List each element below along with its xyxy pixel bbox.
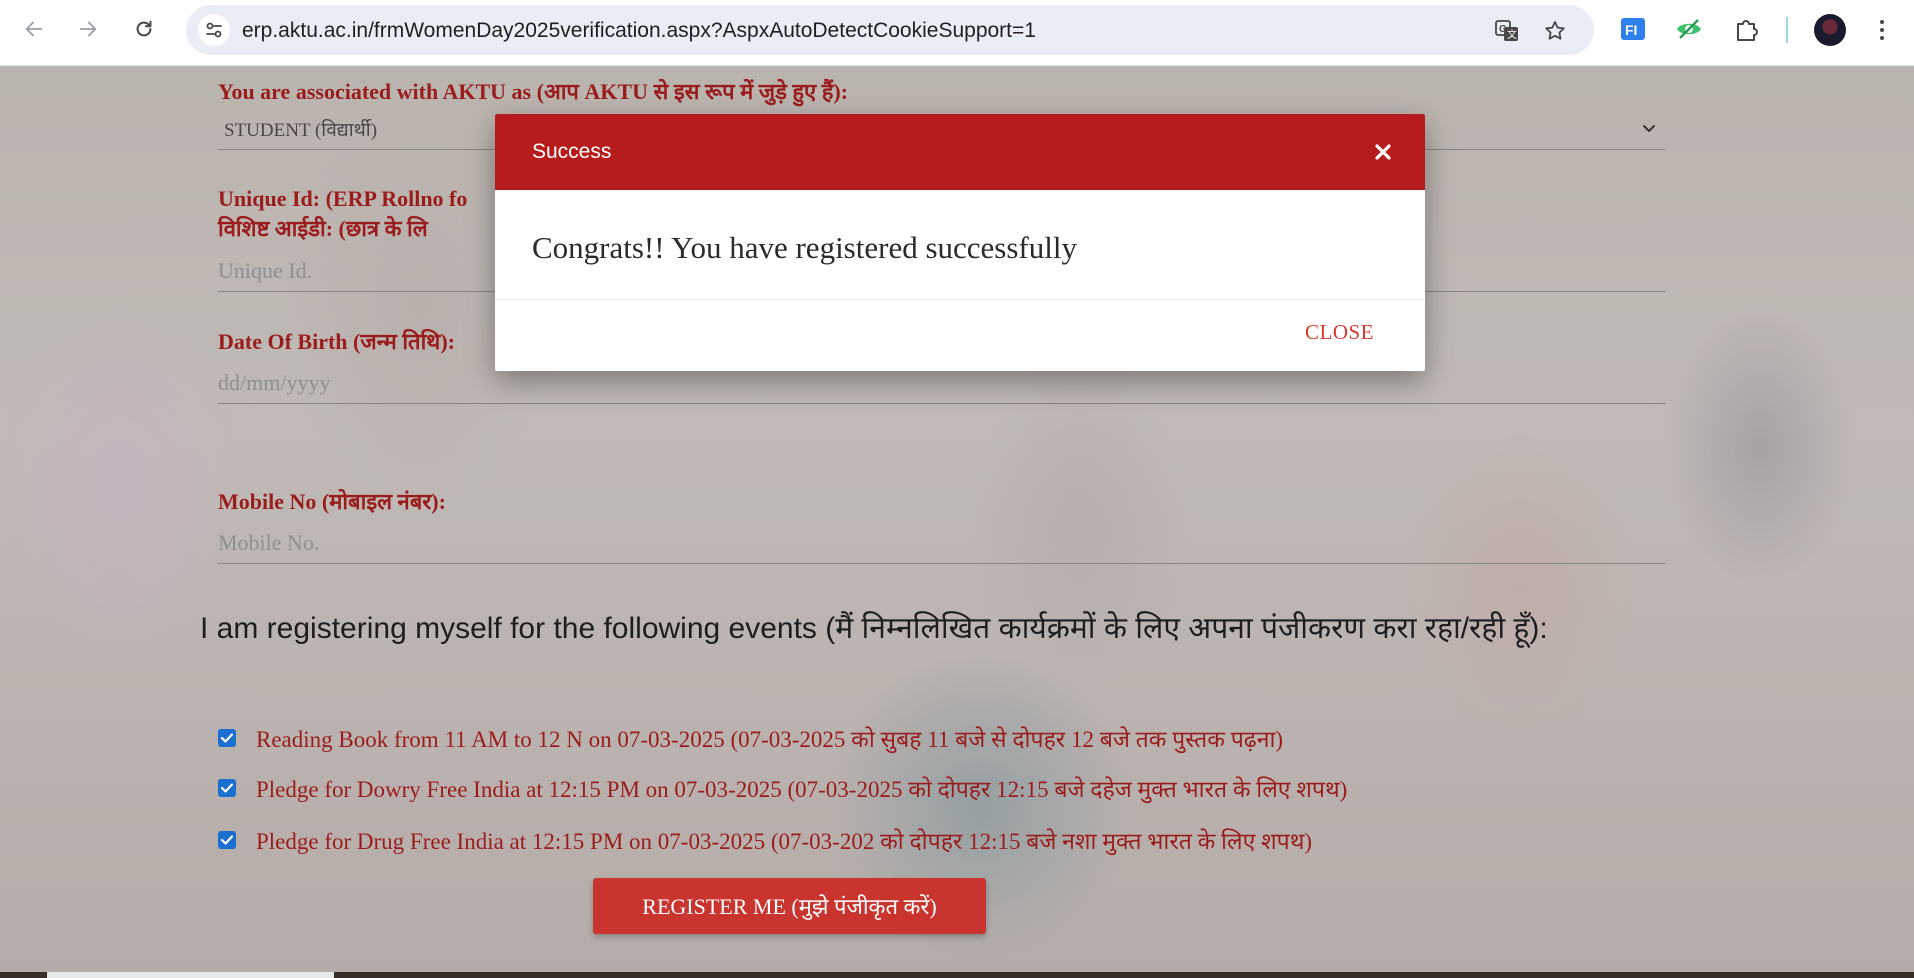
close-icon (1375, 144, 1391, 160)
unique-id-label: Unique Id: (ERP Rollno fo (218, 186, 468, 211)
reload-button[interactable] (124, 9, 164, 49)
checkmark-icon (220, 783, 234, 793)
forward-button[interactable] (68, 9, 108, 49)
extension-eye-button[interactable] (1674, 14, 1704, 44)
site-info-button[interactable] (198, 14, 230, 46)
extensions-puzzle-icon (1737, 20, 1758, 41)
mobile-input[interactable]: Mobile No. (218, 528, 1666, 564)
event-checkbox[interactable] (218, 729, 236, 747)
extensions-button[interactable] (1732, 14, 1762, 44)
reload-icon (136, 20, 152, 37)
checkmark-icon (220, 835, 234, 845)
browser-toolbar: erp.aktu.ac.in/frmWomenDay2025verificati… (0, 0, 1914, 66)
profile-avatar[interactable] (1814, 14, 1846, 46)
dob-input[interactable]: dd/mm/yyyy (218, 368, 1666, 404)
extension-fi-icon: FI (1621, 18, 1645, 40)
forward-arrow-icon (79, 21, 97, 37)
modal-message: Congrats!! You have registered successfu… (532, 230, 1077, 265)
checkmark-icon (220, 733, 234, 743)
bottom-strip-highlight (47, 972, 334, 978)
modal-close-x-button[interactable] (1367, 136, 1399, 168)
extension-fi-button[interactable]: FI (1618, 14, 1648, 44)
bookmark-star-icon (1545, 21, 1565, 40)
event-item-drug-pledge[interactable]: Pledge for Drug Free India at 12:15 PM o… (218, 824, 1312, 856)
event-checkbox[interactable] (218, 779, 236, 797)
menu-kebab-icon[interactable] (1872, 14, 1892, 46)
success-modal: Success Congrats!! You have registered s… (495, 114, 1425, 371)
associated-label: You are associated with AKTU as (आप AKTU… (218, 79, 849, 104)
address-bar[interactable]: erp.aktu.ac.in/frmWomenDay2025verificati… (186, 5, 1594, 55)
back-button[interactable] (14, 9, 54, 49)
mobile-label: Mobile No (मोबाइल नंबर): (218, 489, 446, 514)
event-item-reading-book[interactable]: Reading Book from 11 AM to 12 N on 07-03… (218, 722, 1283, 754)
site-info-icon (206, 22, 222, 38)
toolbar-divider (1786, 17, 1788, 43)
dob-placeholder: dd/mm/yyyy (218, 370, 331, 395)
modal-divider (495, 299, 1425, 300)
modal-header: Success (495, 114, 1425, 190)
url-text[interactable]: erp.aktu.ac.in/frmWomenDay2025verificati… (242, 19, 1036, 43)
translate-button[interactable]: G 文 (1494, 18, 1520, 44)
svg-text:文: 文 (1507, 28, 1517, 41)
translate-icon: G 文 (1495, 20, 1518, 41)
event-label: Pledge for Dowry Free India at 12:15 PM … (256, 777, 1348, 802)
associated-select-value: STUDENT (विद्यार्थी) (224, 120, 378, 141)
event-label: Reading Book from 11 AM to 12 N on 07-03… (256, 727, 1284, 752)
event-checkbox[interactable] (218, 831, 236, 849)
events-heading: I am registering myself for the followin… (200, 612, 1548, 645)
unique-id-label-hindi: विशिष्ट आईडी: (छात्र के लि (218, 216, 428, 241)
register-button[interactable]: REGISTER ME (मुझे पंजीकृत करें) (593, 878, 986, 934)
dob-label: Date Of Birth (जन्म तिथि): (218, 329, 455, 354)
extension-eye-icon (1677, 19, 1701, 39)
chevron-down-icon (1643, 125, 1655, 132)
svg-text:FI: FI (1625, 22, 1637, 38)
event-item-dowry-pledge[interactable]: Pledge for Dowry Free India at 12:15 PM … (218, 772, 1347, 804)
unique-id-placeholder: Unique Id. (218, 258, 313, 283)
event-label: Pledge for Drug Free India at 12:15 PM o… (256, 829, 1313, 854)
modal-close-button[interactable]: CLOSE (1305, 320, 1374, 345)
modal-title: Success (532, 140, 612, 163)
mobile-placeholder: Mobile No. (218, 530, 320, 555)
bookmark-button[interactable] (1542, 18, 1568, 44)
back-arrow-icon (25, 21, 43, 37)
